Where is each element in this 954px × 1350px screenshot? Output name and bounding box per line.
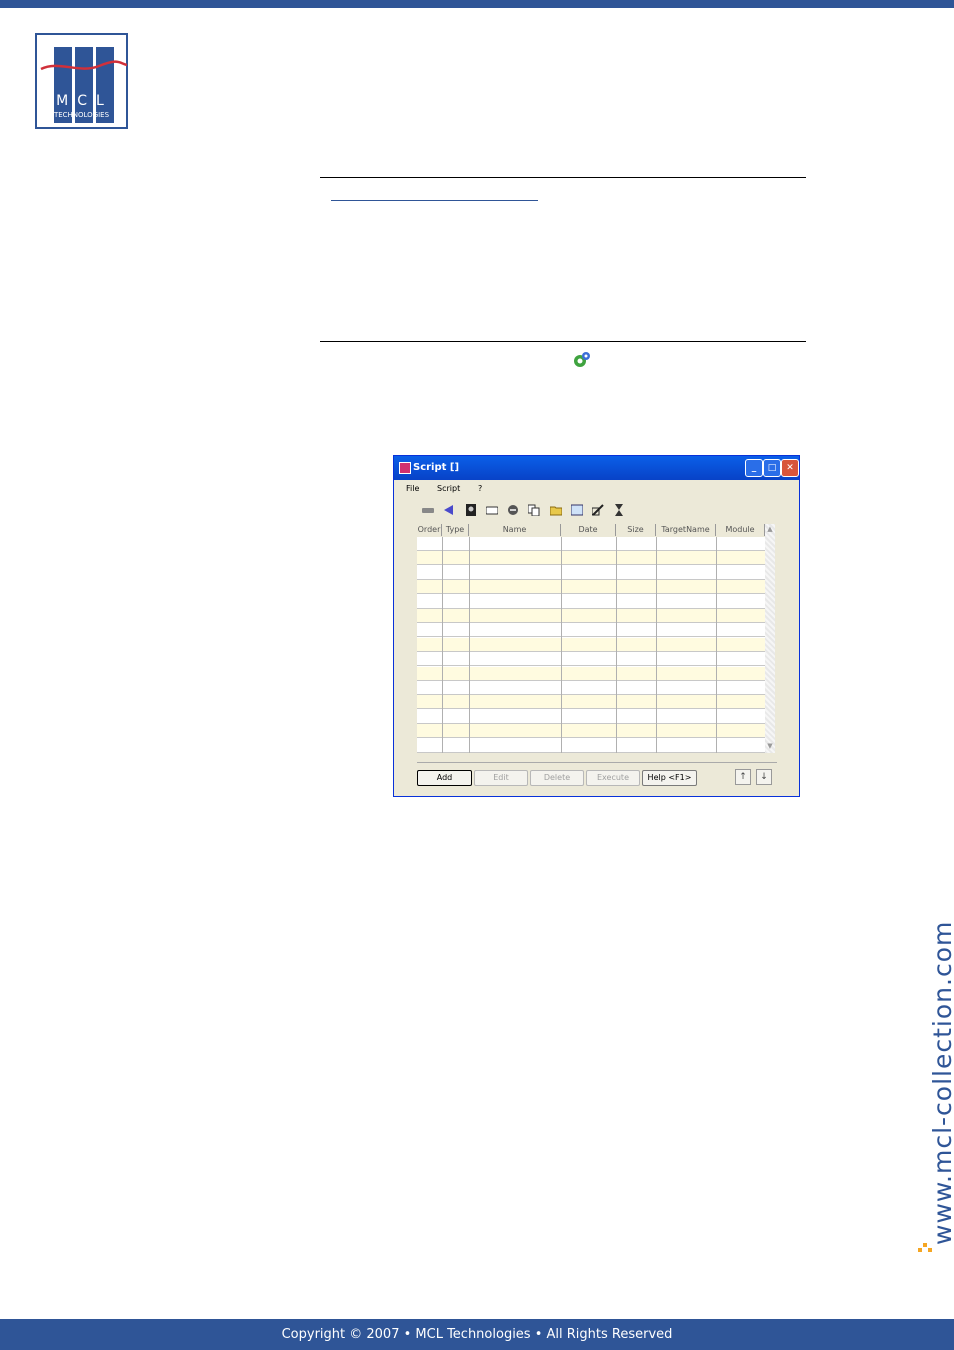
col-name[interactable]: Name [469, 524, 561, 536]
edit-icon[interactable] [591, 504, 604, 516]
edit-button[interactable]: Edit [474, 770, 528, 786]
toolbar [418, 503, 638, 519]
menu-bar: File Script ? [394, 481, 799, 497]
image-icon[interactable] [570, 504, 584, 516]
arrow-icon[interactable] [442, 504, 454, 516]
app-icon [399, 462, 411, 474]
logo-subtitle: TECHNOLOGIES [53, 111, 110, 119]
transfer-icon[interactable] [507, 504, 519, 516]
col-type[interactable]: Type [442, 524, 469, 536]
column-divider [616, 537, 617, 753]
gear-icon [574, 352, 590, 367]
help-button[interactable]: Help <F1> [642, 770, 697, 786]
side-url-text: www.mcl-collection.com [928, 920, 954, 1245]
window-title: Script [] [413, 462, 460, 473]
tape-icon[interactable] [422, 504, 434, 516]
add-button[interactable]: Add [417, 770, 472, 786]
title-bar[interactable]: Script [] _ □ ✕ [394, 456, 799, 480]
maximize-button[interactable]: □ [763, 459, 781, 477]
script-table[interactable]: Order Type Name Date Size TargetName Mod… [417, 524, 775, 753]
col-order[interactable]: Order [417, 524, 442, 536]
close-button[interactable]: ✕ [781, 459, 799, 477]
footer-copyright: Copyright © 2007 • MCL Technologies • Al… [0, 1319, 954, 1350]
divider-top [320, 177, 806, 178]
col-date[interactable]: Date [561, 524, 616, 536]
logo-wave-icon [40, 60, 127, 71]
table-header: Order Type Name Date Size TargetName Mod… [417, 524, 765, 538]
top-bar [0, 0, 954, 8]
scroll-down-icon[interactable]: ▼ [765, 741, 775, 751]
menu-file[interactable]: File [406, 484, 419, 493]
mcl-logo: MCL TECHNOLOGIES [35, 33, 128, 129]
logo-letters: MCL [56, 93, 113, 109]
column-divider [656, 537, 657, 753]
button-separator [417, 762, 777, 763]
vertical-scrollbar[interactable]: ▲ ▼ [765, 524, 775, 753]
script-window: Script [] _ □ ✕ File Script ? Order Type… [393, 455, 800, 797]
move-up-button[interactable]: ↑ [735, 769, 751, 785]
move-down-button[interactable]: ↓ [756, 769, 772, 785]
col-module[interactable]: Module [716, 524, 765, 536]
divider-middle [320, 341, 806, 342]
col-size[interactable]: Size [616, 524, 656, 536]
minimize-button[interactable]: _ [745, 459, 763, 477]
column-divider [469, 537, 470, 753]
link-underline[interactable] [331, 200, 538, 201]
scroll-up-icon[interactable]: ▲ [765, 524, 775, 534]
copy-icon[interactable] [527, 504, 540, 517]
column-divider [561, 537, 562, 753]
book-icon[interactable] [465, 504, 477, 516]
folder-icon[interactable] [549, 504, 563, 516]
card-icon[interactable] [485, 504, 499, 516]
delete-button[interactable]: Delete [530, 770, 584, 786]
hourglass-icon[interactable] [613, 504, 625, 516]
column-divider [442, 537, 443, 753]
column-divider [716, 537, 717, 753]
menu-script[interactable]: Script [437, 484, 460, 493]
col-targetname[interactable]: TargetName [656, 524, 716, 536]
execute-button[interactable]: Execute [586, 770, 640, 786]
menu-help[interactable]: ? [478, 484, 482, 493]
